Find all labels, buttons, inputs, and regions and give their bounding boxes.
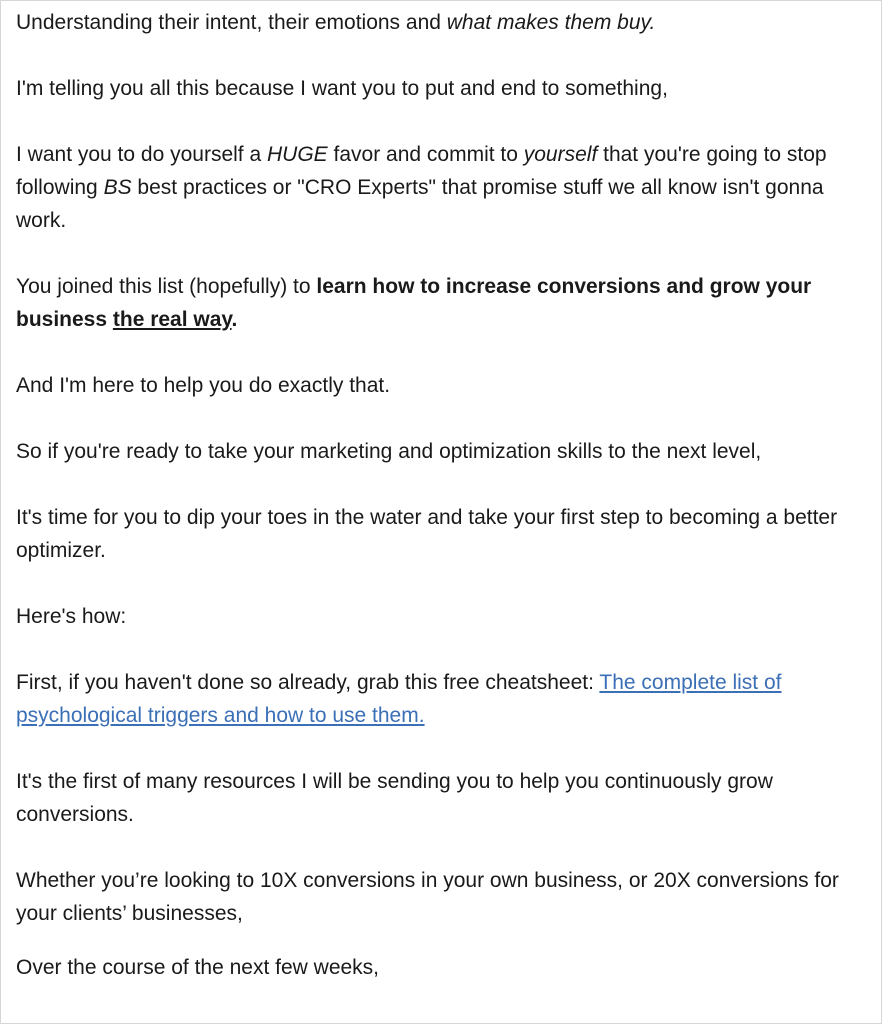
email-body: Understanding their intent, their emotio… — [16, 0, 874, 984]
paragraph-telling: I'm telling you all this because I want … — [16, 77, 668, 100]
paragraph-cheatsheet: First, if you haven't done so already, g… — [16, 666, 874, 732]
paragraph-favor-emphasis-bs: BS — [103, 176, 132, 199]
paragraph-intent-text: Understanding their intent, their emotio… — [16, 11, 447, 34]
paragraph-whether: Whether you’re looking to 10X conversion… — [16, 869, 839, 925]
paragraph-joined-text: You joined this list (hopefully) to — [16, 275, 317, 298]
paragraph-favor-emphasis-huge: HUGE — [266, 143, 328, 166]
paragraph-next-weeks: Over the course of the next few weeks, — [16, 956, 380, 979]
paragraph-joined-bold-underlined: the real way — [112, 308, 232, 331]
paragraph-joined-period: . — [231, 308, 238, 331]
paragraph-favor-text-b: favor and commit to — [327, 143, 524, 166]
paragraph-favor-emphasis-yourself: yourself — [523, 143, 598, 166]
paragraph-cheatsheet-text: First, if you haven't done so already, g… — [16, 671, 600, 694]
paragraph-intent: Understanding their intent, their emotio… — [16, 0, 874, 39]
paragraph-ready: So if you're ready to take your marketin… — [16, 440, 762, 463]
paragraph-joined: You joined this list (hopefully) to lear… — [16, 270, 874, 336]
paragraph-favor-text-a: I want you to do yourself a — [16, 143, 267, 166]
paragraph-heres-how: Here's how: — [16, 605, 127, 628]
paragraph-favor-text-d: best practices or "CRO Experts" that pro… — [16, 176, 824, 232]
paragraph-favor: I want you to do yourself a HUGE favor a… — [16, 138, 874, 237]
paragraph-help: And I'm here to help you do exactly that… — [16, 374, 391, 397]
paragraph-resources: It's the first of many resources I will … — [16, 770, 773, 826]
paragraph-toes: It's time for you to dip your toes in th… — [16, 506, 838, 562]
paragraph-intent-emphasis: what makes them buy. — [446, 11, 656, 34]
